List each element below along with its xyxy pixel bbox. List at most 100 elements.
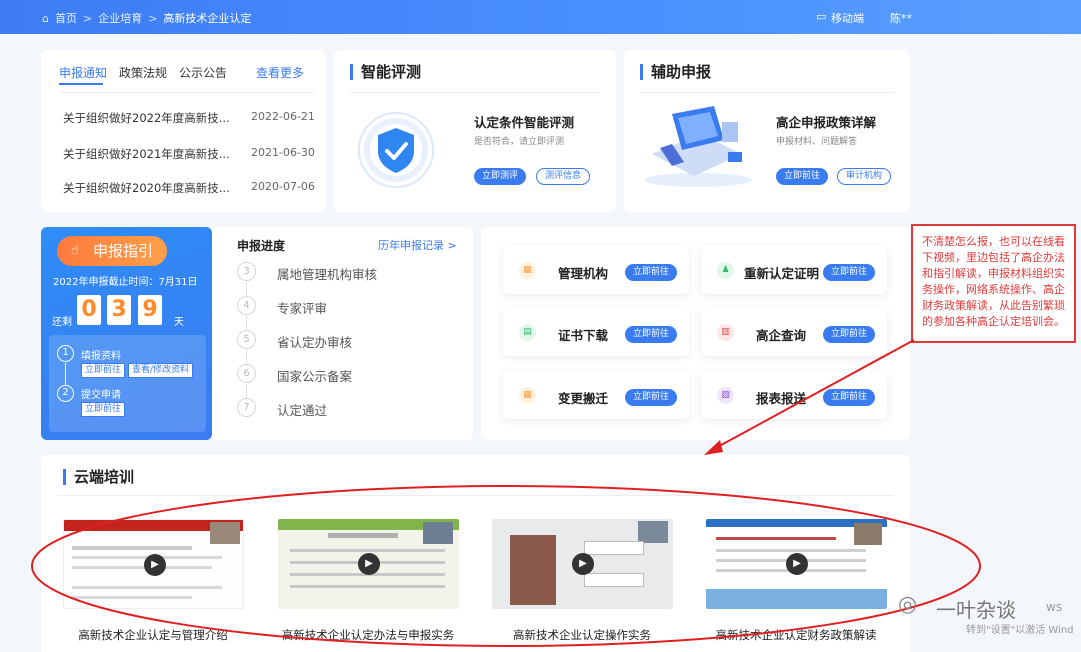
thumb-line	[290, 585, 445, 588]
assist-sub: 申报材料、问题解答	[776, 137, 858, 147]
history-link[interactable]: 历年申报记录 >	[378, 237, 457, 253]
smart-eval-title: 智能评测	[350, 64, 421, 80]
step-connector	[246, 350, 247, 365]
play-icon[interactable]: ▶	[786, 553, 808, 575]
news-title[interactable]: 关于组织做好2020年度高新技...	[63, 181, 230, 195]
news-title[interactable]: 关于组织做好2021年度高新技...	[63, 147, 230, 161]
fill-go-button[interactable]: 立即前往	[81, 363, 126, 378]
document-thumb	[510, 535, 556, 605]
play-icon[interactable]: ▶	[572, 553, 594, 575]
news-item[interactable]: 关于组织做好2022年度高新技... 2022-06-21	[63, 110, 323, 126]
step-connector	[65, 363, 66, 385]
video-thumbnail[interactable]: ▶	[278, 519, 459, 609]
thumb-line	[72, 596, 192, 599]
more-link[interactable]: 查看更多	[256, 64, 304, 81]
days-digit: 9	[138, 295, 162, 325]
presenter-thumb	[423, 522, 453, 544]
presenter-thumb	[854, 523, 882, 545]
video-thumbnail[interactable]: ▶	[706, 519, 887, 609]
service-go-button[interactable]: 立即前往	[625, 326, 678, 343]
days-digit: 3	[107, 295, 131, 325]
service-org[interactable]: ▦ 管理机构 立即前往	[503, 246, 689, 294]
progress-step: 7 认定通过	[237, 398, 327, 419]
service-recert[interactable]: ♟ 重新认定证明 立即前往	[701, 246, 887, 294]
service-go-button[interactable]: 立即前往	[823, 389, 876, 406]
certificate-icon: ▤	[519, 324, 536, 341]
tab-notice[interactable]: 申报通知	[59, 64, 107, 81]
user-name[interactable]: 陈**	[890, 10, 912, 26]
thumb-box	[584, 573, 644, 587]
news-title[interactable]: 关于组织做好2022年度高新技...	[63, 111, 230, 125]
assist-go-button[interactable]: 立即前往	[776, 168, 829, 185]
start-eval-button[interactable]: 立即测评	[474, 168, 527, 185]
watermark-brand: 一叶杂谈	[936, 598, 1016, 622]
service-query[interactable]: ▥ 高企查询 立即前往	[701, 308, 887, 356]
cloud-training-title: 云端培训	[63, 469, 134, 485]
video-thumbnail[interactable]: ▶	[63, 519, 244, 609]
step-connector	[246, 384, 247, 399]
submit-go-button[interactable]: 立即前往	[81, 402, 126, 417]
divider	[57, 495, 894, 496]
activate-windows-text: 转到"设置"以激活 Wind	[966, 625, 1074, 636]
video-title[interactable]: 高新技术企业认定与管理介绍	[53, 627, 253, 643]
service-cert-download[interactable]: ▤ 证书下载 立即前往	[503, 308, 689, 356]
breadcrumb-sep: >	[82, 11, 93, 25]
video-title[interactable]: 高新技术企业认定办法与申报实务	[268, 627, 468, 643]
relocate-icon: ▦	[519, 387, 536, 404]
service-go-button[interactable]: 立即前往	[823, 264, 876, 281]
step-number-icon: 1	[57, 345, 74, 362]
service-relocate[interactable]: ▦ 变更搬迁 立即前往	[503, 371, 689, 419]
user-cert-icon: ♟	[717, 262, 734, 279]
days-digit: 0	[77, 295, 101, 325]
news-item[interactable]: 关于组织做好2021年度高新技... 2021-06-30	[63, 146, 323, 162]
guide-button[interactable]: ☝ 申报指引	[57, 236, 167, 266]
building-icon: ▦	[519, 262, 536, 279]
video-thumbnail[interactable]: ▶	[492, 519, 673, 609]
remain-label: 还剩	[52, 317, 72, 328]
news-item[interactable]: 关于组织做好2020年度高新技... 2020-07-06	[63, 180, 323, 196]
progress-step: 6 国家公示备案	[237, 364, 352, 385]
search-doc-icon: ▥	[717, 324, 734, 341]
assist-heading: 高企申报政策详解	[776, 115, 877, 130]
eval-info-button[interactable]: 测评信息	[536, 168, 591, 185]
divider	[640, 92, 894, 93]
service-go-button[interactable]: 立即前往	[625, 389, 678, 406]
news-date: 2021-06-30	[251, 146, 315, 159]
breadcrumb-home[interactable]: 首页	[55, 10, 77, 26]
shield-icon	[358, 112, 434, 188]
home-icon[interactable]: ⌂	[42, 12, 49, 25]
laptop-illustration-icon	[644, 106, 752, 187]
step-connector	[246, 282, 247, 297]
smart-eval-sub: 是否符合，请立即评测	[474, 137, 565, 147]
news-date: 2022-06-21	[251, 110, 315, 123]
play-icon[interactable]: ▶	[358, 553, 380, 575]
tab-policy[interactable]: 政策法规	[119, 64, 167, 81]
play-icon[interactable]: ▶	[144, 554, 166, 576]
breadcrumb-section[interactable]: 企业培育	[98, 10, 142, 26]
mobile-icon[interactable]: ▭	[816, 10, 826, 23]
thumb-box	[584, 541, 644, 555]
service-report[interactable]: ▧ 报表报送 立即前往	[701, 371, 887, 419]
edit-info-button[interactable]: 查看/修改资料	[128, 363, 194, 378]
mobile-link[interactable]: 移动端	[831, 10, 864, 26]
smart-eval-heading: 认定条件智能评测	[474, 115, 575, 130]
thumb-line	[328, 533, 398, 538]
audit-org-button[interactable]: 审计机构	[837, 168, 892, 185]
video-title[interactable]: 高新技术企业认定操作实务	[482, 627, 682, 643]
service-go-button[interactable]: 立即前往	[823, 326, 876, 343]
video-title[interactable]: 高新技术企业认定财务政策解读	[696, 627, 896, 643]
divider	[59, 92, 314, 93]
progress-step: 4 专家评审	[237, 296, 327, 317]
report-icon: ▧	[717, 387, 734, 404]
thumb-line	[716, 549, 866, 552]
progress-step: 3 属地管理机构审核	[237, 262, 377, 283]
step-submit: 提交申请	[81, 390, 121, 401]
day-label: 天	[174, 317, 184, 328]
assist-title: 辅助申报	[640, 64, 711, 80]
step-connector	[246, 316, 247, 331]
service-go-button[interactable]: 立即前往	[625, 264, 678, 281]
tab-public[interactable]: 公示公告	[179, 64, 227, 81]
thumb-line	[72, 586, 222, 589]
annotation-note: 不清楚怎么报，也可以在线看下视频，里边包括了高企办法和指引解读，申报材料组织实务…	[911, 224, 1076, 343]
breadcrumb-sep: >	[148, 11, 158, 25]
